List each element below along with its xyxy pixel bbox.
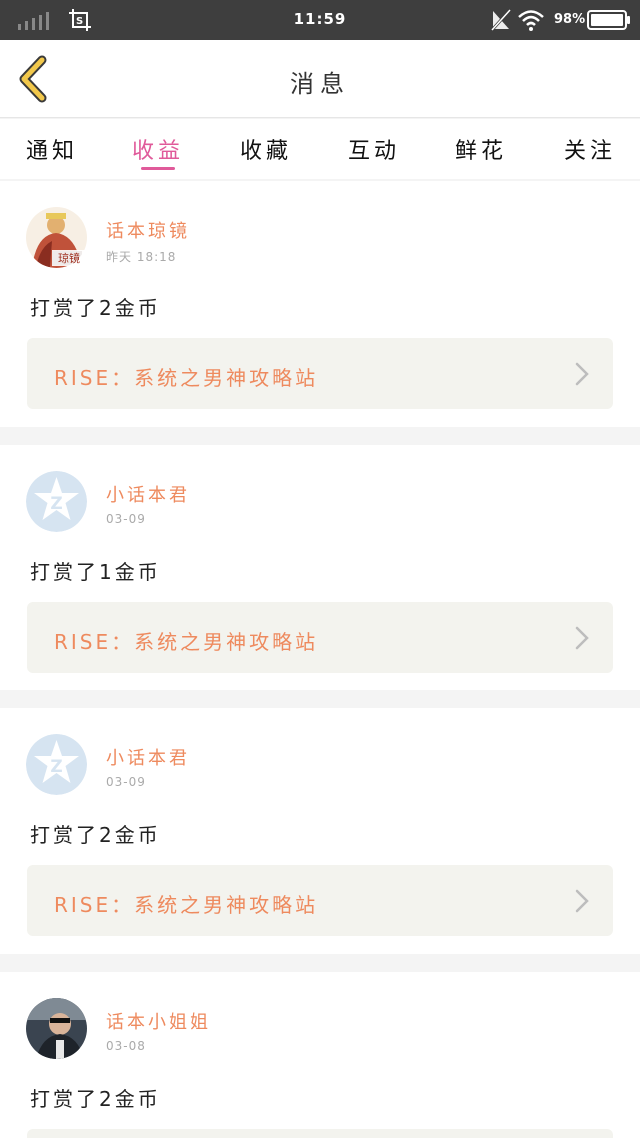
message-text: 打赏了1金币 <box>30 560 161 584</box>
tab-earnings[interactable]: 收益 <box>118 133 198 165</box>
tab-favorites[interactable]: 收藏 <box>226 133 306 165</box>
tab-flowers[interactable]: 鲜花 <box>441 133 521 165</box>
user-name[interactable]: 话本小姐姐 <box>106 1008 211 1034</box>
message-time: 03-09 <box>106 775 146 789</box>
message-time: 03-09 <box>106 512 146 526</box>
message-text: 打赏了2金币 <box>30 1087 161 1111</box>
story-title: RISE：系统之男神攻略站 <box>54 366 319 390</box>
chevron-right-icon <box>575 889 589 913</box>
message-card: Z 小话本君 03-09 打赏了2金币 RISE：系统之男神攻略站 <box>0 708 640 954</box>
status-bar: S 11:59 98% <box>0 0 640 40</box>
svg-text:Z: Z <box>50 757 62 777</box>
battery-icon <box>587 10 630 30</box>
battery-level: 98% <box>554 12 586 27</box>
user-avatar[interactable]: Z <box>26 734 87 795</box>
page-title: 消息 <box>290 70 350 98</box>
svg-text:Z: Z <box>50 494 62 514</box>
message-card: 琼镜 话本琼镜 昨天 18:18 打赏了2金币 RISE：系统之男神攻略站 <box>0 181 640 427</box>
story-link[interactable] <box>27 1129 613 1138</box>
user-name[interactable]: 小话本君 <box>106 744 190 770</box>
story-link[interactable]: RISE：系统之男神攻略站 <box>27 865 613 936</box>
tab-interaction[interactable]: 互动 <box>334 133 414 165</box>
user-name[interactable]: 话本琼镜 <box>106 217 190 243</box>
chevron-right-icon <box>575 362 589 386</box>
message-time: 03-08 <box>106 1039 146 1053</box>
header-bar: 消息 <box>0 40 640 118</box>
story-link[interactable]: RISE：系统之男神攻略站 <box>27 338 613 409</box>
message-text: 打赏了2金币 <box>30 823 161 847</box>
story-title: RISE：系统之男神攻略站 <box>54 893 319 917</box>
chevron-right-icon <box>575 626 589 650</box>
svg-text:琼镜: 琼镜 <box>58 251 80 265</box>
message-card: Z 小话本君 03-09 打赏了1金币 RISE：系统之男神攻略站 <box>0 445 640 690</box>
wifi-icon <box>518 10 544 31</box>
message-time: 昨天 18:18 <box>106 250 177 264</box>
avatar-badge: 琼镜 <box>52 250 86 266</box>
tab-following[interactable]: 关注 <box>550 133 630 165</box>
user-name[interactable]: 小话本君 <box>106 481 190 507</box>
tab-notice[interactable]: 通知 <box>12 133 92 165</box>
message-card: 话本小姐姐 03-08 打赏了2金币 <box>0 972 640 1138</box>
active-tab-indicator <box>141 167 175 170</box>
message-text: 打赏了2金币 <box>30 296 161 320</box>
user-avatar[interactable]: Z <box>26 471 87 532</box>
story-title: RISE：系统之男神攻略站 <box>54 630 319 654</box>
tab-bar: 通知 收益 收藏 互动 鲜花 关注 <box>0 119 640 179</box>
user-avatar[interactable] <box>26 998 87 1059</box>
story-link[interactable]: RISE：系统之男神攻略站 <box>27 602 613 673</box>
mute-icon <box>490 9 512 31</box>
